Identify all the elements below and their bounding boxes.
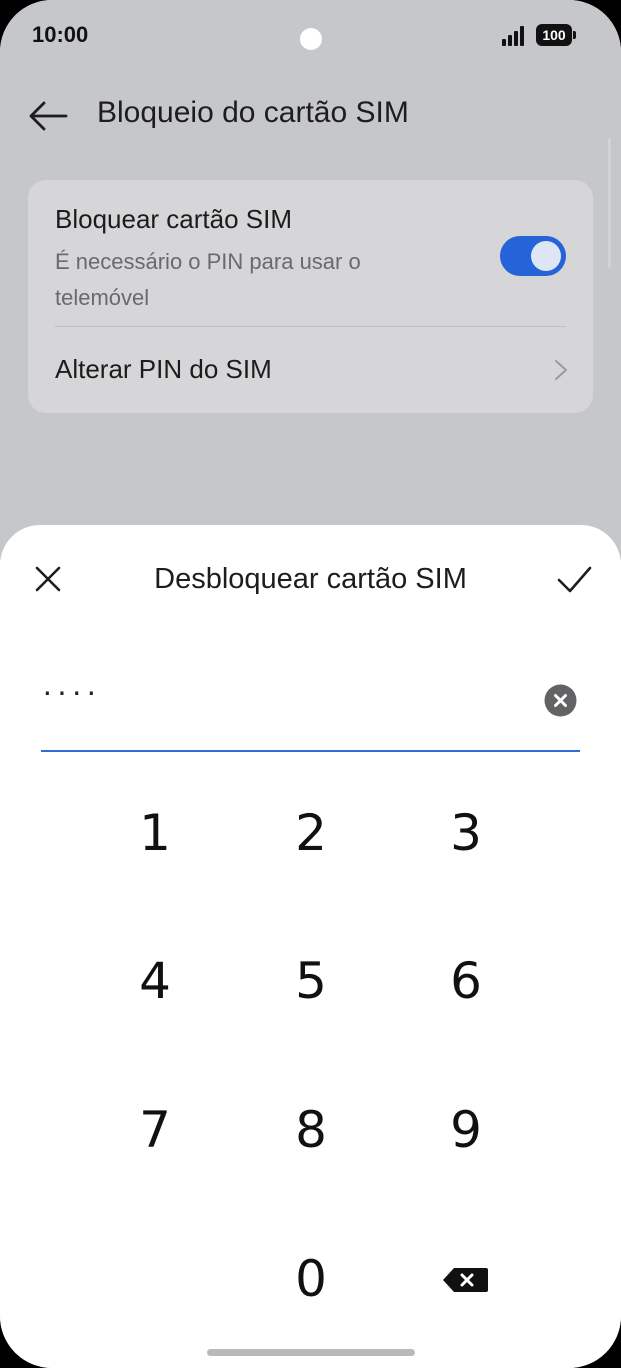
key-2[interactable]: 2 [246, 783, 376, 883]
battery-level: 100 [542, 27, 566, 43]
clear-input-icon[interactable] [544, 684, 577, 717]
key-7[interactable]: 7 [90, 1080, 220, 1180]
sim-lock-toggle[interactable] [500, 236, 566, 276]
unlock-sim-dialog: Desbloquear cartão SIM ···· 1 2 3 4 5 6 … [0, 525, 621, 1368]
signal-icon [502, 26, 526, 46]
key-6[interactable]: 6 [401, 931, 531, 1031]
dialog-title: Desbloquear cartão SIM [154, 563, 467, 595]
sim-lock-card: Bloquear cartão SIM É necessário o PIN p… [28, 180, 593, 413]
key-0[interactable]: 0 [246, 1229, 376, 1329]
status-bar: 10:00 100 [0, 0, 621, 70]
key-1[interactable]: 1 [90, 783, 220, 883]
camera-cutout [300, 28, 322, 50]
key-5[interactable]: 5 [246, 931, 376, 1031]
toggle-knob [531, 241, 561, 271]
home-indicator[interactable] [207, 1349, 415, 1356]
card-divider [55, 326, 566, 327]
pin-input-underline [41, 750, 580, 752]
check-icon[interactable] [548, 555, 600, 603]
key-4[interactable]: 4 [90, 931, 220, 1031]
key-3[interactable]: 3 [401, 783, 531, 883]
back-arrow-icon[interactable] [26, 94, 70, 138]
phone-screen: 10:00 100 Bloqueio do cartão SIM Bloquea… [0, 0, 621, 1368]
settings-page-dimmed: 10:00 100 Bloqueio do cartão SIM Bloquea… [0, 0, 621, 560]
chevron-right-icon [548, 358, 572, 382]
sim-lock-description: É necessário o PIN para usar o telemóvel [55, 249, 361, 310]
page-title: Bloqueio do cartão SIM [97, 96, 409, 129]
change-sim-pin-item[interactable]: Alterar PIN do SIM [55, 354, 272, 385]
key-9[interactable]: 9 [401, 1080, 531, 1180]
pin-input[interactable]: ···· [42, 673, 101, 710]
key-8[interactable]: 8 [246, 1080, 376, 1180]
backspace-icon[interactable] [438, 1262, 492, 1298]
battery-icon: 100 [536, 24, 576, 46]
scrollbar [608, 138, 611, 268]
status-time: 10:00 [32, 22, 89, 47]
sim-lock-title: Bloquear cartão SIM [55, 204, 293, 234]
